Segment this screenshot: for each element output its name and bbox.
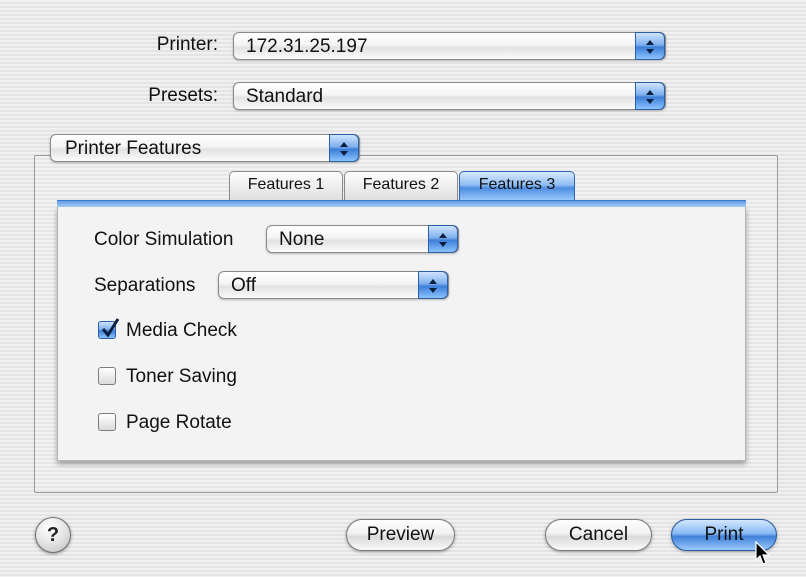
- mouse-cursor-icon: [755, 541, 771, 565]
- toner-saving-checkbox[interactable]: [98, 367, 116, 385]
- popup-arrows-icon: [418, 271, 448, 299]
- color-simulation-popup[interactable]: None: [266, 225, 459, 253]
- page-rotate-checkbox[interactable]: [98, 413, 116, 431]
- checkmark-icon: [101, 318, 120, 338]
- presets-popup[interactable]: Standard: [233, 82, 666, 110]
- presets-label: Presets:: [148, 85, 218, 106]
- toner-saving-label: Toner Saving: [126, 366, 237, 387]
- separations-popup[interactable]: Off: [218, 271, 449, 299]
- presets-value: Standard: [246, 86, 324, 107]
- tab-features-2[interactable]: Features 2: [344, 171, 458, 201]
- printer-popup[interactable]: 172.31.25.197: [233, 32, 666, 60]
- cancel-button[interactable]: Cancel: [545, 519, 652, 551]
- printer-value: 172.31.25.197: [246, 36, 368, 57]
- preview-button[interactable]: Preview: [346, 519, 455, 551]
- media-check-checkbox[interactable]: [98, 318, 120, 339]
- popup-arrows-icon: [635, 82, 665, 110]
- section-value: Printer Features: [65, 138, 202, 159]
- popup-arrows-icon: [428, 225, 458, 253]
- page-rotate-label: Page Rotate: [126, 412, 232, 433]
- media-check-label: Media Check: [126, 320, 237, 341]
- popup-arrows-icon: [329, 134, 359, 162]
- printer-label: Printer:: [156, 34, 218, 55]
- popup-arrows-icon: [635, 32, 665, 60]
- color-simulation-label: Color Simulation: [94, 229, 234, 250]
- help-button[interactable]: ?: [35, 517, 71, 553]
- separations-label: Separations: [94, 275, 196, 296]
- tab-features-3[interactable]: Features 3: [459, 171, 575, 201]
- section-popup[interactable]: Printer Features: [50, 134, 360, 162]
- tab-features-1[interactable]: Features 1: [229, 171, 343, 201]
- separations-value: Off: [231, 275, 256, 296]
- color-simulation-value: None: [279, 229, 325, 250]
